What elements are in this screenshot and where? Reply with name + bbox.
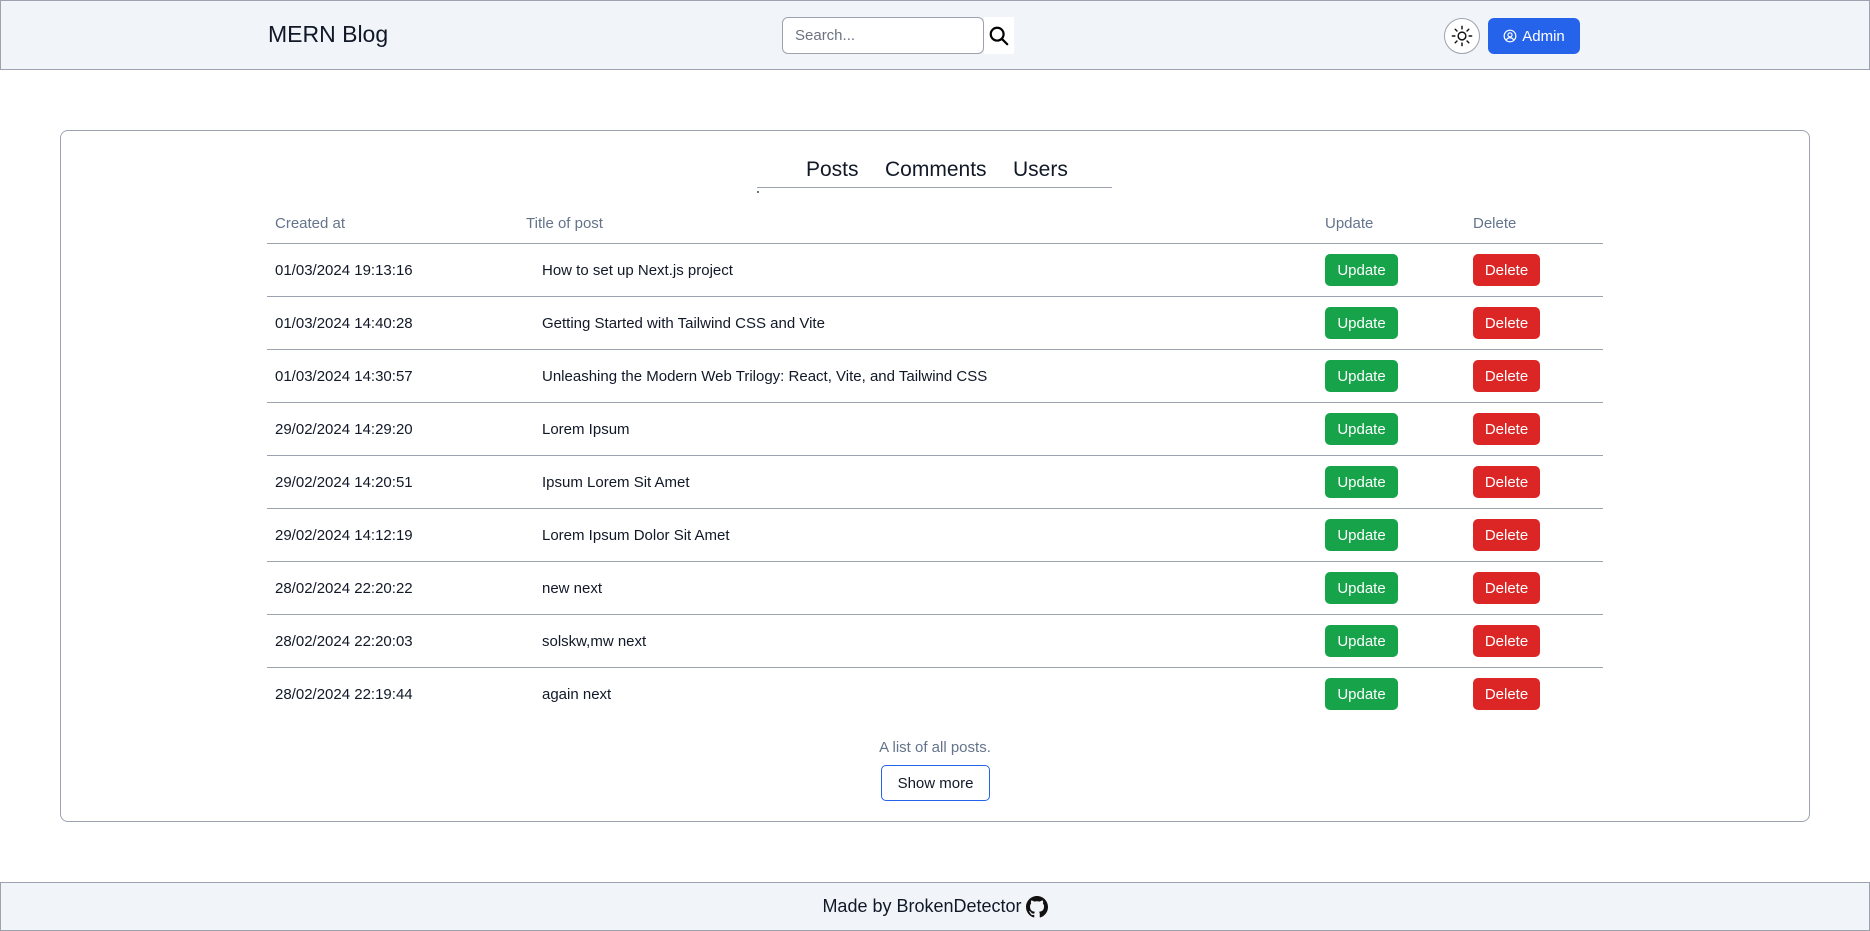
post-title[interactable]: Unleashing the Modern Web Trilogy: React… <box>542 368 987 385</box>
table-row: 28/02/2024 22:20:22 new next Update Dele… <box>267 562 1603 615</box>
github-icon[interactable] <box>1025 895 1048 918</box>
admin-label: Admin <box>1522 27 1565 45</box>
delete-post-button[interactable]: Delete <box>1473 360 1540 392</box>
delete-post-button[interactable]: Delete <box>1473 254 1540 286</box>
post-created-at: 01/03/2024 14:30:57 <box>275 368 413 385</box>
footer: Made by BrokenDetector <box>0 882 1870 931</box>
table-row: 29/02/2024 14:29:20 Lorem Ipsum Update D… <box>267 403 1603 456</box>
update-post-button[interactable]: Update <box>1325 625 1398 657</box>
search-icon <box>989 26 1009 45</box>
post-title[interactable]: How to set up Next.js project <box>542 262 733 279</box>
update-post-button[interactable]: Update <box>1325 572 1398 604</box>
table-row: 01/03/2024 14:30:57 Unleashing the Moder… <box>267 350 1603 403</box>
update-post-button[interactable]: Update <box>1325 254 1398 286</box>
table-row: 01/03/2024 14:40:28 Getting Started with… <box>267 297 1603 350</box>
column-header-title: Title of post <box>526 215 603 232</box>
post-created-at: 29/02/2024 14:20:51 <box>275 474 413 491</box>
sun-icon <box>1451 25 1473 47</box>
admin-profile-button[interactable]: Admin <box>1488 18 1580 54</box>
update-post-button[interactable]: Update <box>1325 360 1398 392</box>
delete-post-button[interactable]: Delete <box>1473 572 1540 604</box>
delete-post-button[interactable]: Delete <box>1473 678 1540 710</box>
table-caption: A list of all posts. <box>879 739 991 756</box>
delete-post-button[interactable]: Delete <box>1473 466 1540 498</box>
update-post-button[interactable]: Update <box>1325 519 1398 551</box>
column-header-update: Update <box>1325 215 1374 232</box>
post-created-at: 29/02/2024 14:12:19 <box>275 527 413 544</box>
post-title[interactable]: Getting Started with Tailwind CSS and Vi… <box>542 315 825 332</box>
brand-logo-text[interactable]: MERN Blog <box>268 21 388 48</box>
delete-post-button[interactable]: Delete <box>1473 625 1540 657</box>
table-row: 28/02/2024 22:19:44 again next Update De… <box>267 668 1603 721</box>
update-post-button[interactable]: Update <box>1325 413 1398 445</box>
posts-table: Created at Title of post Update Delete 0… <box>267 208 1603 721</box>
search-button[interactable] <box>984 17 1014 54</box>
update-post-button[interactable]: Update <box>1325 307 1398 339</box>
post-created-at: 29/02/2024 14:29:20 <box>275 421 413 438</box>
tab-posts[interactable]: Posts <box>806 158 859 182</box>
post-created-at: 28/02/2024 22:20:03 <box>275 633 413 650</box>
update-post-button[interactable]: Update <box>1325 678 1398 710</box>
theme-toggle-button[interactable] <box>1444 18 1480 54</box>
update-post-button[interactable]: Update <box>1325 466 1398 498</box>
table-row: 01/03/2024 19:13:16 How to set up Next.j… <box>267 244 1603 297</box>
post-created-at: 28/02/2024 22:20:22 <box>275 580 413 597</box>
search-input[interactable] <box>782 17 984 54</box>
post-title[interactable]: Lorem Ipsum <box>542 421 630 438</box>
footer-credit: Made by BrokenDetector <box>822 896 1022 916</box>
column-header-created-at: Created at <box>275 215 346 232</box>
table-header: Created at Title of post Update Delete <box>267 208 1603 244</box>
dashboard-tabs: Posts Comments Users <box>757 158 1112 193</box>
post-title[interactable]: Lorem Ipsum Dolor Sit Amet <box>542 527 730 544</box>
table-row: 28/02/2024 22:20:03 solskw,mw next Updat… <box>267 615 1603 668</box>
table-row: 29/02/2024 14:12:19 Lorem Ipsum Dolor Si… <box>267 509 1603 562</box>
tab-users[interactable]: Users <box>1013 158 1068 182</box>
post-created-at: 01/03/2024 14:40:28 <box>275 315 413 332</box>
post-title[interactable]: new next <box>542 580 602 597</box>
delete-post-button[interactable]: Delete <box>1473 307 1540 339</box>
search-form <box>782 17 1014 54</box>
post-created-at: 01/03/2024 19:13:16 <box>275 262 413 279</box>
post-title[interactable]: Ipsum Lorem Sit Amet <box>542 474 690 491</box>
user-circle-icon <box>1503 29 1517 43</box>
delete-post-button[interactable]: Delete <box>1473 519 1540 551</box>
post-created-at: 28/02/2024 22:19:44 <box>275 686 413 703</box>
active-tab-indicator <box>757 191 759 193</box>
column-header-delete: Delete <box>1473 215 1517 232</box>
top-navbar: MERN Blog Admin <box>0 0 1870 70</box>
post-title[interactable]: again next <box>542 686 611 703</box>
tab-comments[interactable]: Comments <box>885 158 987 182</box>
table-row: 29/02/2024 14:20:51 Ipsum Lorem Sit Amet… <box>267 456 1603 509</box>
post-title[interactable]: solskw,mw next <box>542 633 646 650</box>
delete-post-button[interactable]: Delete <box>1473 413 1540 445</box>
show-more-button[interactable]: Show more <box>881 765 990 801</box>
